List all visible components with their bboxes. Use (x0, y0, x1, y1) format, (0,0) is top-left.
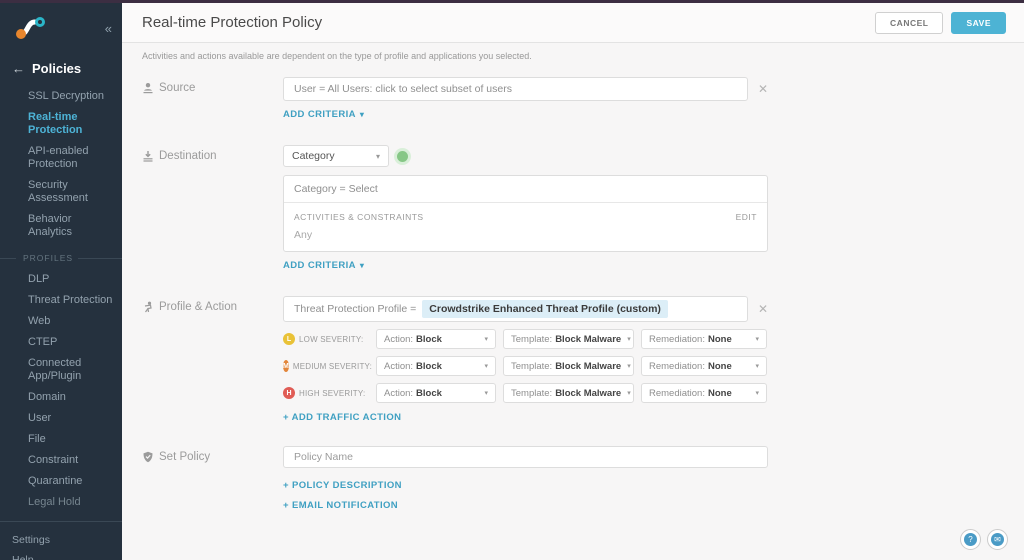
source-section-label: Source (159, 82, 196, 94)
sidebar-item-file[interactable]: File (28, 433, 114, 446)
profile-chip[interactable]: Crowdstrike Enhanced Threat Profile (cus… (422, 300, 668, 318)
destination-type-select[interactable]: Category ▾ (283, 145, 389, 167)
destination-section: Destination Category ▾ Category = Select… (142, 145, 1004, 273)
caret-down-icon: ▾ (484, 363, 488, 370)
help-button[interactable]: ? (960, 529, 981, 550)
mail-icon: ✉ (991, 533, 1004, 546)
low-action-dropdown[interactable]: Action: Block ▾ (376, 329, 496, 349)
high-remediation-dropdown[interactable]: Remediation: None ▾ (641, 383, 767, 403)
help-icon: ? (964, 533, 977, 546)
profile-action-section: Profile & Action Threat Protection Profi… (142, 296, 1004, 423)
profile-action-section-label: Profile & Action (159, 301, 237, 313)
medium-remediation-dropdown[interactable]: Remediation: None ▾ (641, 356, 767, 376)
sidebar-item-help[interactable]: Help (12, 554, 122, 560)
medium-template-dropdown[interactable]: Template: Block Malware ▾ (503, 356, 634, 376)
high-template-dropdown[interactable]: Template: Block Malware ▾ (503, 383, 634, 403)
profile-action-icon (144, 301, 152, 313)
high-severity-icon: H (283, 387, 295, 399)
profiles-divider-label: PROFILES (23, 253, 74, 263)
threat-protection-profile-field[interactable]: Threat Protection Profile = Crowdstrike … (283, 296, 748, 322)
page-description: Activities and actions available are dep… (142, 51, 532, 61)
medium-action-dropdown[interactable]: Action: Block ▾ (376, 356, 496, 376)
source-criteria-field[interactable]: User = All Users: click to select subset… (283, 77, 748, 101)
sidebar-item-api-enabled-protection[interactable]: API-enabled Protection (28, 145, 114, 171)
sidebar-nav-title[interactable]: ← Policies (0, 41, 122, 90)
high-severity-row: H HIGH SEVERITY: Action: Block ▾ Templat… (283, 383, 768, 403)
edit-activities-button[interactable]: EDIT (736, 212, 757, 222)
sidebar-item-constraint[interactable]: Constraint (28, 454, 114, 467)
sidebar-item-behavior-analytics[interactable]: Behavior Analytics (28, 213, 114, 239)
source-add-criteria-button[interactable]: ADD CRITERIA ▾ (283, 109, 364, 120)
set-policy-section-label: Set Policy (159, 451, 211, 463)
sidebar-item-web[interactable]: Web (28, 315, 114, 328)
sidebar-item-real-time-protection[interactable]: Real-time Protection (28, 111, 114, 137)
page-title: Real-time Protection Policy (142, 14, 323, 31)
add-email-notification-button[interactable]: + EMAIL NOTIFICATION (283, 500, 398, 511)
destination-add-criteria-button[interactable]: ADD CRITERIA ▾ (283, 260, 364, 271)
caret-down-icon: ▾ (627, 390, 631, 397)
sidebar-item-ssl-decryption[interactable]: SSL Decryption (28, 90, 114, 103)
netskope-logo (16, 17, 45, 39)
source-user-icon (143, 83, 153, 94)
sidebar-item-quarantine[interactable]: Quarantine (28, 475, 114, 488)
caret-down-icon: ▾ (755, 336, 759, 343)
sidebar-footer-divider (0, 521, 122, 522)
caret-down-icon: ▾ (627, 363, 631, 370)
sidebar-item-security-assessment[interactable]: Security Assessment (28, 179, 114, 205)
save-button[interactable]: SAVE (951, 11, 1006, 34)
destination-criteria-field[interactable]: Category = Select (284, 176, 767, 203)
set-policy-shield-icon (143, 451, 153, 463)
medium-severity-row: M MEDIUM SEVERITY: Action: Block ▾ Templ… (283, 356, 768, 376)
sidebar-item-settings[interactable]: Settings (12, 534, 122, 546)
policy-name-input[interactable] (283, 446, 768, 468)
profiles-section-divider: PROFILES (0, 253, 122, 263)
medium-severity-label: MEDIUM SEVERITY: (292, 361, 373, 371)
cancel-button[interactable]: CANCEL (875, 11, 944, 34)
set-policy-section: Set Policy + POLICY DESCRIPTION + EMAIL … (142, 446, 1004, 511)
sidebar-item-user[interactable]: User (28, 412, 114, 425)
activities-value: Any (294, 229, 313, 241)
low-severity-row: L LOW SEVERITY: Action: Block ▾ Template… (283, 329, 768, 349)
back-arrow-icon: ← (12, 61, 25, 76)
medium-severity-icon: M (283, 360, 289, 372)
sidebar-item-threat-protection[interactable]: Threat Protection (28, 294, 114, 307)
sidebar-item-connected-app-plugin[interactable]: Connected App/Plugin (28, 357, 114, 383)
caret-down-icon: ▾ (359, 261, 365, 270)
caret-down-icon: ▾ (484, 336, 488, 343)
caret-down-icon: ▾ (627, 336, 631, 343)
main-content: Real-time Protection Policy CANCEL SAVE … (122, 3, 1024, 560)
sidebar-item-ctep[interactable]: CTEP (28, 336, 114, 349)
activities-constraints-header: ACTIVITIES & CONSTRAINTS (294, 212, 424, 222)
status-green-dot (397, 150, 408, 162)
high-severity-label: HIGH SEVERITY: (299, 388, 366, 398)
low-remediation-dropdown[interactable]: Remediation: None ▾ (641, 329, 767, 349)
destination-section-label: Destination (159, 150, 217, 162)
add-policy-description-button[interactable]: + POLICY DESCRIPTION (283, 480, 402, 491)
sidebar-item-legal-hold[interactable]: Legal Hold (28, 496, 114, 509)
add-traffic-action-button[interactable]: + ADD TRAFFIC ACTION (283, 412, 401, 423)
nav-title-label: Policies (32, 61, 82, 76)
sidebar: « ← Policies SSL Decryption Real-time Pr… (0, 3, 122, 560)
remove-profile-criteria-icon[interactable]: ✕ (758, 302, 768, 316)
high-action-dropdown[interactable]: Action: Block ▾ (376, 383, 496, 403)
caret-down-icon: ▾ (755, 390, 759, 397)
caret-down-icon: ▾ (484, 390, 488, 397)
caret-down-icon: ▾ (755, 363, 759, 370)
sidebar-item-domain[interactable]: Domain (28, 391, 114, 404)
feedback-mail-button[interactable]: ✉ (987, 529, 1008, 550)
collapse-sidebar-button[interactable]: « (105, 21, 112, 36)
low-severity-label: LOW SEVERITY: (299, 334, 364, 344)
remove-source-criteria-icon[interactable]: ✕ (758, 82, 768, 96)
caret-down-icon: ▾ (375, 151, 380, 161)
source-section: Source User = All Users: click to select… (142, 77, 1004, 122)
low-template-dropdown[interactable]: Template: Block Malware ▾ (503, 329, 634, 349)
caret-down-icon: ▾ (359, 110, 365, 119)
low-severity-icon: L (283, 333, 295, 345)
destination-icon (143, 151, 153, 162)
sidebar-item-dlp[interactable]: DLP (28, 273, 114, 286)
